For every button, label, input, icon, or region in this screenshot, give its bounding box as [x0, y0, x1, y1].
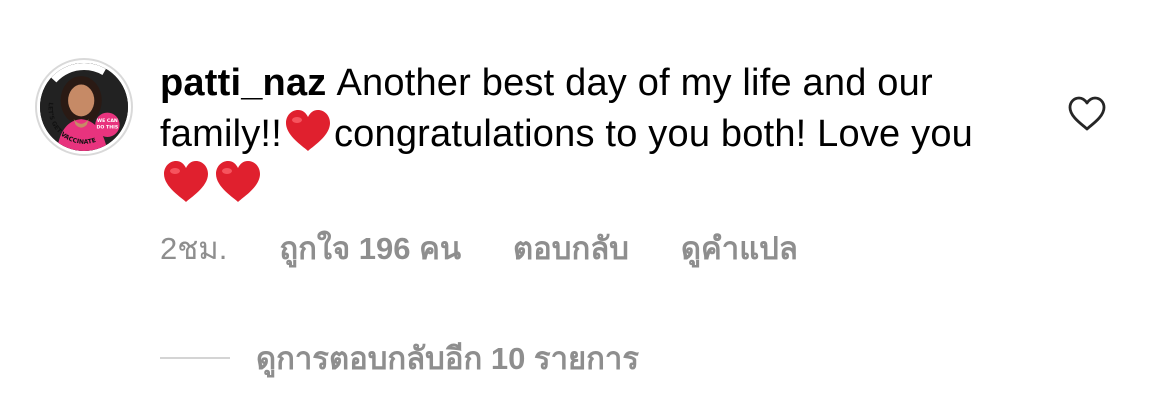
comment-time: 2ชม. [160, 231, 228, 266]
sticker-text: WE CAN [97, 118, 118, 124]
avatar[interactable]: WE CAN DO THIS LET'S GET VACCINATED [35, 58, 133, 156]
svg-text:DO THIS: DO THIS [97, 125, 119, 131]
heart-outline-icon [1068, 96, 1106, 131]
see-translation-button[interactable]: ดูคำแปล [681, 223, 798, 273]
view-replies-button[interactable]: ดูการตอบกลับอีก 10 รายการ [160, 338, 639, 378]
avatar-photo: WE CAN DO THIS LET'S GET VACCINATED [40, 63, 128, 151]
comment-text: patti_naz Another best day of my life and… [160, 58, 1020, 211]
red-heart-emoji [162, 160, 210, 204]
likes-count-link[interactable]: ถูกใจ 196 คน [279, 223, 461, 273]
comment-text-part2: congratulations to you both! Love you [333, 113, 974, 155]
replies-divider [160, 357, 230, 359]
comment-username[interactable]: patti_naz [160, 62, 327, 104]
reply-button[interactable]: ตอบกลับ [513, 223, 629, 273]
red-heart-emoji [214, 160, 262, 204]
view-replies-label: ดูการตอบกลับอีก 10 รายการ [256, 341, 639, 376]
comment-meta: 2ชม. ถูกใจ 196 คน ตอบกลับ ดูคำแปล [160, 228, 798, 268]
like-button[interactable] [1068, 96, 1106, 132]
red-heart-emoji [284, 109, 332, 153]
